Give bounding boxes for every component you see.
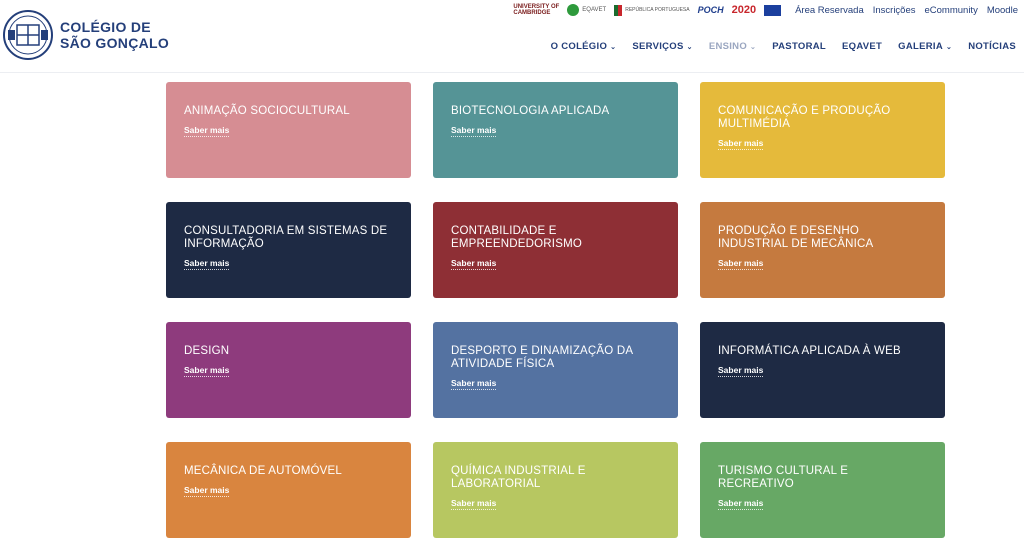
top-link-inscricoes[interactable]: Inscrições [873, 5, 916, 16]
main-nav: O COLÉGIO ⌄ SERVIÇOS ⌄ ENSINO ⌄ PASTORAL EQ… [535, 41, 1016, 52]
course-title: ANIMAÇÃO SOCIOCULTURAL [184, 105, 350, 117]
course-title: DESIGN [184, 345, 230, 357]
nav-item-servicos[interactable]: SERVIÇOS ⌄ [632, 41, 693, 52]
saber-mais-link[interactable]: Saber mais [451, 498, 497, 510]
nav-item-pastoral[interactable]: PASTORAL [772, 41, 826, 52]
course-title: COMUNICAÇÃO E PRODUÇÃO MULTIMÉDIA [718, 105, 891, 130]
chevron-down-icon: ⌄ [686, 43, 693, 51]
site-header: COLÉGIO DE SÃO GONÇALO UNIVERSITY OF CAM… [0, 0, 1024, 73]
course-title: MECÂNICA DE AUTOMÓVEL [184, 465, 342, 477]
nav-label: ENSINO [708, 41, 748, 52]
eu-logo[interactable] [764, 4, 782, 16]
chevron-down-icon: ⌄ [750, 43, 757, 51]
cambridge-line-2: CAMBRIDGE [513, 10, 551, 16]
nav-label: EQAVET [842, 41, 883, 52]
course-title: TURISMO CULTURAL E RECREATIVO [718, 465, 849, 490]
course-card[interactable]: ANIMAÇÃO SOCIOCULTURAL Saber mais [166, 82, 411, 178]
eu-flag-icon [764, 4, 782, 16]
course-card[interactable]: DESIGN Saber mais [166, 322, 411, 418]
saber-mais-link[interactable]: Saber mais [718, 365, 764, 377]
course-card[interactable]: MECÂNICA DE AUTOMÓVEL Saber mais [166, 442, 411, 538]
course-title: CONSULTADORIA EM SISTEMAS DE INFORMAÇÃO [184, 225, 388, 250]
nav-label: PASTORAL [772, 41, 826, 52]
top-link-area-reservada[interactable]: Área Reservada [795, 5, 864, 16]
saber-mais-link[interactable]: Saber mais [451, 378, 497, 390]
nav-item-o-colegio[interactable]: O COLÉGIO ⌄ [551, 41, 617, 52]
top-link-moodle[interactable]: Moodle [987, 5, 1018, 16]
logo-line-2: SÃO GONÇALO [60, 35, 170, 51]
nav-label: O COLÉGIO [550, 41, 608, 52]
saber-mais-link[interactable]: Saber mais [718, 498, 764, 510]
site-logo[interactable]: COLÉGIO DE SÃO GONÇALO [2, 8, 169, 62]
eqavet-logo[interactable]: EQAVET [567, 4, 606, 16]
course-title: DESPORTO E DINAMIZAÇÃO DA ATIVIDADE FÍSI… [451, 345, 633, 370]
course-card[interactable]: CONTABILIDADE E EMPREENDEDORISMO Saber m… [433, 202, 678, 298]
nav-label: SERVIÇOS [632, 41, 684, 52]
nav-label: GALERIA [898, 41, 944, 52]
nav-label: NOTÍCIAS [968, 41, 1016, 52]
nav-item-eqavet[interactable]: EQAVET [842, 41, 882, 52]
nav-item-noticias[interactable]: NOTÍCIAS [968, 41, 1016, 52]
course-title: PRODUÇÃO E DESENHO INDUSTRIAL DE MECÂNIC… [718, 225, 874, 250]
course-title: BIOTECNOLOGIA APLICADA [451, 105, 610, 117]
saber-mais-link[interactable]: Saber mais [451, 258, 497, 270]
nav-item-ensino[interactable]: ENSINO ⌄ [709, 41, 756, 52]
saber-mais-link[interactable]: Saber mais [184, 258, 230, 270]
republica-label: REPÚBLICA PORTUGUESA [625, 7, 690, 13]
saber-mais-link[interactable]: Saber mais [718, 138, 764, 150]
crest-icon [3, 10, 53, 60]
eqavet-label: EQAVET [582, 7, 607, 13]
saber-mais-link[interactable]: Saber mais [184, 365, 230, 377]
course-card[interactable]: CONSULTADORIA EM SISTEMAS DE INFORMAÇÃO … [166, 202, 411, 298]
logo-text: COLÉGIO DE SÃO GONÇALO [60, 19, 169, 51]
cambridge-logo[interactable]: UNIVERSITY OF CAMBRIDGE [513, 4, 559, 16]
course-card[interactable]: COMUNICAÇÃO E PRODUÇÃO MULTIMÉDIA Saber … [700, 82, 945, 178]
saber-mais-link[interactable]: Saber mais [451, 125, 497, 137]
portugal2020-logo[interactable]: 2020 [732, 4, 756, 16]
poch-logo[interactable]: POCH [698, 5, 724, 15]
chevron-down-icon: ⌄ [946, 43, 953, 51]
chevron-down-icon: ⌄ [610, 43, 617, 51]
saber-mais-link[interactable]: Saber mais [184, 485, 230, 497]
nav-item-galeria[interactable]: GALERIA ⌄ [898, 41, 952, 52]
top-bar: UNIVERSITY OF CAMBRIDGE EQAVET REPÚBLICA… [505, 3, 1018, 17]
course-title: INFORMÁTICA APLICADA À WEB [718, 345, 901, 357]
top-link-ecommunity[interactable]: eCommunity [925, 5, 978, 16]
republica-logo[interactable]: REPÚBLICA PORTUGUESA [614, 4, 690, 16]
course-card[interactable]: TURISMO CULTURAL E RECREATIVO Saber mais [700, 442, 945, 538]
course-card[interactable]: DESPORTO E DINAMIZAÇÃO DA ATIVIDADE FÍSI… [433, 322, 678, 418]
eqavet-icon [567, 4, 580, 16]
course-card[interactable]: INFORMÁTICA APLICADA À WEB Saber mais [700, 322, 945, 418]
course-title: QUÍMICA INDUSTRIAL E LABORATORIAL [451, 465, 586, 490]
course-title: CONTABILIDADE E EMPREENDEDORISMO [451, 225, 582, 250]
saber-mais-link[interactable]: Saber mais [718, 258, 764, 270]
logo-line-1: COLÉGIO DE [60, 19, 151, 35]
flag-icon [614, 4, 623, 16]
course-card[interactable]: BIOTECNOLOGIA APLICADA Saber mais [433, 82, 678, 178]
saber-mais-link[interactable]: Saber mais [184, 125, 230, 137]
course-card[interactable]: PRODUÇÃO E DESENHO INDUSTRIAL DE MECÂNIC… [700, 202, 945, 298]
course-card[interactable]: QUÍMICA INDUSTRIAL E LABORATORIAL Saber … [433, 442, 678, 538]
